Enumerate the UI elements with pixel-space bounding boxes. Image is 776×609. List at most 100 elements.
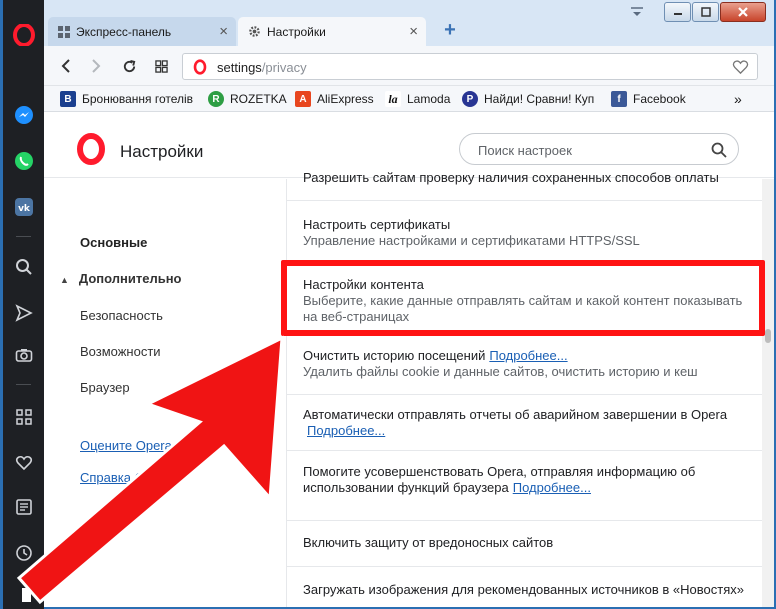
- row-title: Помогите усовершенствовать Opera, отправ…: [303, 464, 696, 495]
- heart-icon: [15, 455, 32, 471]
- settings-content: Разрешить сайтам проверку наличия сохран…: [286, 170, 763, 607]
- learn-more-link[interactable]: Подробнее...: [489, 348, 567, 363]
- new-tab-button[interactable]: +: [440, 20, 460, 40]
- booking-icon: B: [60, 91, 76, 107]
- opera-logo-icon: [77, 133, 105, 165]
- back-button[interactable]: [54, 54, 78, 78]
- page-title: Настройки: [120, 142, 204, 161]
- search-sidebar-button[interactable]: [3, 252, 44, 282]
- minimize-icon: [673, 13, 682, 15]
- tab-express-panel[interactable]: Экспресс-панель ×: [48, 17, 236, 46]
- bookmarks-bar: B Бронювання готелів R ROZETKA A AliExpr…: [44, 86, 774, 112]
- aliexpress-icon: A: [295, 91, 311, 107]
- address-host: settings: [217, 60, 262, 75]
- facebook-icon: f: [611, 91, 627, 107]
- bookmark-lamoda[interactable]: la Lamoda: [385, 90, 450, 108]
- grid-icon: [154, 59, 168, 73]
- row-title: Включить защиту от вредоносных сайтов: [303, 535, 554, 550]
- malware-protection-row[interactable]: Включить защиту от вредоносных сайтов: [287, 520, 763, 566]
- forward-button[interactable]: [84, 54, 108, 78]
- whatsapp-button[interactable]: [3, 146, 44, 176]
- bookmarks-button[interactable]: [3, 448, 44, 478]
- settings-page: Настройки Поиск настроек Основные ▲ Допол…: [44, 112, 774, 607]
- opera-sidebar: vk: [3, 0, 44, 609]
- learn-more-link[interactable]: Подробнее...: [513, 480, 591, 495]
- heart-icon[interactable]: [732, 59, 749, 75]
- close-tab-icon[interactable]: ×: [409, 23, 418, 40]
- nav-basic[interactable]: Основные: [80, 235, 147, 250]
- messenger-icon: [14, 106, 33, 124]
- crash-reports-row[interactable]: Автоматически отправлять отчеты об авари…: [287, 394, 763, 450]
- learn-more-link[interactable]: Подробнее...: [307, 423, 385, 438]
- nav-features[interactable]: Возможности: [80, 344, 161, 359]
- tab-settings[interactable]: Настройки ×: [238, 17, 426, 46]
- bookmark-aliexpress[interactable]: A AliExpress: [295, 90, 374, 108]
- bookmarks-more-button[interactable]: »: [734, 90, 742, 108]
- nav-advanced-label: Дополнительно: [78, 271, 182, 286]
- speed-dial-button[interactable]: [3, 402, 44, 432]
- messenger-button[interactable]: [3, 100, 44, 130]
- sidebar-toggle-button[interactable]: [3, 580, 44, 609]
- nav-advanced[interactable]: ▲ Дополнительно: [60, 271, 182, 286]
- certificates-row[interactable]: Настроить сертификаты Управление настрой…: [287, 200, 763, 262]
- send-icon: [14, 304, 33, 322]
- camera-icon: [15, 349, 32, 362]
- maximize-button[interactable]: [692, 2, 719, 22]
- tabs-grid-button[interactable]: [149, 54, 173, 78]
- vk-button[interactable]: vk: [3, 192, 44, 222]
- history-button[interactable]: [3, 538, 44, 568]
- nav-security[interactable]: Безопасность: [80, 308, 163, 323]
- usage-stats-row[interactable]: Помогите усовершенствовать Opera, отправ…: [287, 450, 763, 520]
- opera-logo-icon: [193, 59, 207, 75]
- tab-menu-button[interactable]: [626, 2, 648, 22]
- row-subtitle: Удалить файлы cookie и данные сайтов, оч…: [303, 364, 698, 379]
- snapshot-button[interactable]: [3, 340, 44, 370]
- bookmark-facebook[interactable]: f Facebook: [611, 90, 686, 108]
- chevron-left-icon: [61, 59, 70, 73]
- bookmark-label: ROZETKA: [230, 92, 287, 106]
- rate-opera-link[interactable]: Оцените Opera: [80, 438, 172, 453]
- vk-icon: vk: [14, 198, 33, 216]
- price-icon: P: [462, 91, 478, 107]
- search-icon: [711, 142, 727, 158]
- opera-menu-button[interactable]: [3, 20, 44, 50]
- row-title: Разрешить сайтам проверку наличия сохран…: [303, 170, 719, 185]
- news-images-row[interactable]: Загружать изображения для рекомендованны…: [287, 566, 763, 607]
- opera-logo-icon: [12, 24, 35, 46]
- row-title: Настроить сертификаты: [303, 217, 451, 232]
- bookmark-label: Найди! Сравни! Куп: [484, 92, 595, 106]
- row-title: Настройки контента: [303, 277, 424, 292]
- reload-button[interactable]: [117, 54, 141, 78]
- reload-icon: [123, 59, 135, 72]
- scrollbar[interactable]: [762, 179, 774, 607]
- settings-nav: Основные ▲ Дополнительно Безопасность Воз…: [44, 179, 286, 607]
- help-opera-link[interactable]: Справка Opera: [80, 470, 171, 485]
- nav-browser[interactable]: Браузер: [80, 380, 130, 395]
- gear-icon: [249, 26, 260, 37]
- chevron-up-icon: ▲: [60, 275, 69, 285]
- bookmark-label: Facebook: [633, 92, 686, 106]
- bookmark-rozetka[interactable]: R ROZETKA: [208, 90, 287, 108]
- address-bar[interactable]: settings/privacy: [182, 53, 758, 80]
- minimize-button[interactable]: [664, 2, 691, 22]
- close-tab-icon[interactable]: ×: [219, 23, 228, 40]
- clock-icon: [15, 545, 32, 561]
- tab-label: Экспресс-панель: [76, 24, 172, 39]
- row-title: Очистить историю посещений Подробнее...: [303, 348, 568, 363]
- close-window-button[interactable]: [720, 2, 766, 22]
- send-button[interactable]: [3, 298, 44, 328]
- payment-check-row[interactable]: Разрешить сайтам проверку наличия сохран…: [287, 170, 763, 188]
- bookmark-label: Бронювання готелів: [82, 92, 194, 106]
- scrollbar-thumb[interactable]: [765, 329, 771, 343]
- news-button[interactable]: [3, 492, 44, 522]
- content-settings-row[interactable]: Настройки контента Выберите, какие данны…: [287, 262, 763, 334]
- clear-history-row[interactable]: Очистить историю посещений Подробнее... У…: [287, 334, 763, 394]
- bookmark-price[interactable]: P Найди! Сравни! Куп: [462, 90, 594, 108]
- grid-icon: [58, 25, 70, 38]
- svg-text:vk: vk: [18, 204, 31, 214]
- lamoda-icon: la: [385, 91, 401, 107]
- address-path: /privacy: [261, 60, 307, 75]
- settings-search-input[interactable]: Поиск настроек: [459, 133, 739, 165]
- bookmark-booking[interactable]: B Бронювання готелів: [60, 90, 193, 108]
- row-title: Загружать изображения для рекомендованны…: [303, 582, 744, 597]
